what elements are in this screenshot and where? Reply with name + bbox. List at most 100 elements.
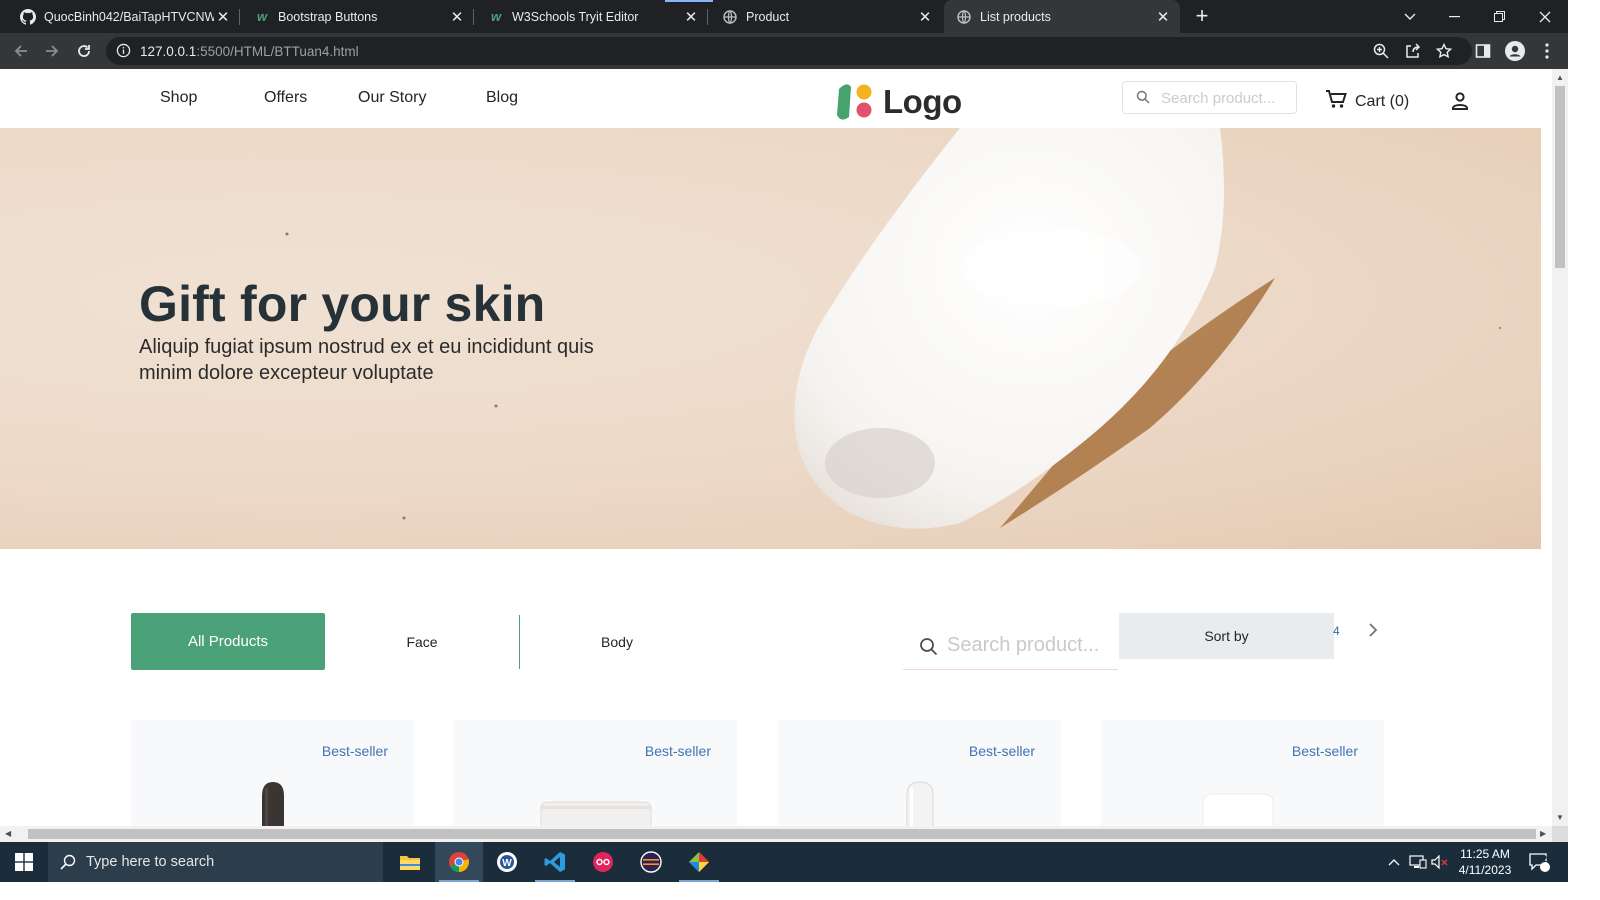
url-host: 127.0.0.1 — [140, 44, 197, 59]
tab-title: List products — [980, 9, 1051, 24]
product-card[interactable]: Best-seller — [454, 720, 737, 826]
tab-title: QuocBinh042/BaiTapHTVCNWeb — [44, 9, 214, 24]
logo-mark-icon — [833, 81, 877, 123]
file-explorer-icon[interactable] — [386, 842, 434, 882]
product-search-input[interactable] — [947, 631, 1115, 659]
w3schools-icon: w — [256, 9, 268, 24]
header-search-input[interactable] — [1161, 88, 1291, 108]
browser-tab-github[interactable]: QuocBinh042/BaiTapHTVCNWeb ✕ — [0, 0, 240, 33]
browser-tab-tryit-editor[interactable]: w W3Schools Tryit Editor ✕ — [468, 0, 708, 33]
taskbar-search-box[interactable]: Type here to search — [48, 842, 384, 882]
globe-icon — [956, 9, 972, 25]
scroll-left-icon[interactable]: ◀ — [5, 829, 11, 838]
browser-tab-product[interactable]: Product ✕ — [702, 0, 942, 33]
volume-muted-icon[interactable] — [1430, 842, 1450, 882]
git-gui-icon[interactable] — [675, 842, 723, 882]
new-tab-button[interactable]: + — [1191, 5, 1213, 28]
nav-offers[interactable]: Offers — [264, 89, 307, 107]
back-arrow-icon[interactable] — [10, 40, 32, 62]
bookmark-star-icon[interactable] — [1433, 40, 1455, 62]
notification-count: 2 — [1542, 854, 1548, 864]
clock-date: 4/11/2023 — [1458, 863, 1512, 877]
close-tab-icon[interactable]: ✕ — [214, 8, 232, 26]
tab-body[interactable]: Body — [520, 613, 714, 670]
browser-menu-icon[interactable] — [1536, 40, 1558, 62]
side-panel-icon[interactable] — [1472, 40, 1494, 62]
share-icon[interactable] — [1402, 40, 1424, 62]
notification-center-icon[interactable]: 2 — [1522, 842, 1556, 882]
taskbar-clock[interactable]: 11:25 AM 4/11/2023 — [1452, 846, 1518, 878]
best-seller-badge: Best-seller — [968, 743, 1035, 759]
tab-face[interactable]: Face — [325, 613, 519, 670]
tab-all-products[interactable]: All Products — [131, 613, 325, 670]
product-search-box[interactable] — [903, 619, 1118, 670]
taskbar-search-placeholder: Type here to search — [86, 854, 215, 870]
hero-subtitle: Aliquip fugiat ipsum nostrud ex et eu in… — [139, 336, 594, 384]
tab-search-chevron-icon[interactable] — [1387, 0, 1432, 33]
clock-time: 11:25 AM — [1460, 847, 1510, 861]
tab-title: W3Schools Tryit Editor — [512, 9, 639, 24]
close-tab-icon[interactable]: ✕ — [448, 8, 466, 26]
scrollbar-corner — [1552, 826, 1568, 842]
header-search-box[interactable] — [1122, 81, 1297, 114]
nav-our-story[interactable]: Our Story — [358, 89, 426, 107]
product-card[interactable]: Best-seller — [778, 720, 1061, 826]
best-seller-badge: Best-seller — [321, 743, 388, 759]
best-seller-badge: Best-seller — [1291, 743, 1358, 759]
profile-avatar-icon[interactable] — [1504, 40, 1526, 62]
sort-by-dropdown[interactable]: Sort by — [1119, 613, 1334, 659]
reload-icon[interactable] — [73, 40, 95, 62]
nav-blog[interactable]: Blog — [486, 89, 518, 107]
site-logo[interactable]: Logo — [833, 81, 962, 123]
windows-start-icon[interactable] — [0, 842, 48, 882]
show-hidden-icons-chevron-icon[interactable] — [1384, 842, 1404, 882]
site-info-icon[interactable] — [116, 43, 131, 63]
eclipse-icon[interactable] — [627, 842, 675, 882]
cart-label: Cart (0) — [1355, 92, 1410, 110]
browser-tab-strip: QuocBinh042/BaiTapHTVCNWeb ✕ w Bootstrap… — [0, 0, 1568, 33]
hero-title: Gift for your skin — [139, 276, 546, 332]
horizontal-scroll-thumb[interactable] — [28, 829, 1536, 839]
svg-text:W: W — [502, 858, 512, 869]
network-icon[interactable] — [1407, 842, 1429, 882]
zoom-icon[interactable] — [1370, 40, 1392, 62]
serum-bottle-image — [906, 781, 934, 826]
pagination-peek[interactable]: 4 — [1333, 624, 1340, 638]
browser-tab-list-products[interactable]: List products ✕ — [944, 0, 1180, 33]
close-tab-icon[interactable]: ✕ — [682, 8, 700, 26]
product-card[interactable]: Best-seller — [1101, 720, 1384, 826]
close-tab-icon[interactable]: ✕ — [1154, 8, 1172, 26]
scroll-up-icon[interactable]: ▲ — [1556, 73, 1564, 82]
lotion-bottle-image — [1202, 793, 1274, 826]
horizontal-scrollbar[interactable]: ◀ ▶ — [0, 826, 1552, 842]
hero-banner: Gift for your skin Aliquip fugiat ipsum … — [0, 128, 1541, 549]
cart-button[interactable]: Cart (0) — [1325, 89, 1409, 114]
cream-jar-image — [540, 801, 652, 826]
search-icon — [919, 637, 938, 661]
scroll-right-icon[interactable]: ▶ — [1540, 829, 1546, 838]
account-user-icon[interactable] — [1450, 91, 1470, 116]
restore-window-button[interactable] — [1477, 0, 1522, 33]
vertical-scroll-thumb[interactable] — [1555, 86, 1565, 268]
globe-icon — [722, 9, 738, 25]
word-app-icon[interactable]: W — [483, 842, 531, 882]
forward-arrow-icon[interactable] — [41, 40, 63, 62]
tab-title: Bootstrap Buttons — [278, 9, 378, 24]
close-tab-icon[interactable]: ✕ — [916, 8, 934, 26]
scroll-down-icon[interactable]: ▼ — [1556, 813, 1564, 822]
browser-tab-bootstrap-buttons[interactable]: w Bootstrap Buttons ✕ — [234, 0, 474, 33]
nav-shop[interactable]: Shop — [160, 89, 197, 107]
close-window-button[interactable] — [1522, 0, 1567, 33]
site-header: Shop Offers Our Story Blog Logo Search p… — [0, 69, 1552, 128]
minimize-window-button[interactable] — [1432, 0, 1477, 33]
chrome-icon[interactable] — [435, 842, 483, 882]
url-text: 127.0.0.1:5500/HTML/BTTuan4.html — [140, 44, 359, 59]
search-icon — [1136, 90, 1150, 109]
vscode-icon[interactable] — [531, 842, 579, 882]
red-app-icon[interactable] — [579, 842, 627, 882]
product-card[interactable]: Best-seller — [131, 720, 414, 826]
chevron-right-icon[interactable] — [1367, 622, 1379, 643]
address-bar[interactable]: 127.0.0.1:5500/HTML/BTTuan4.html — [106, 37, 1472, 65]
vertical-scrollbar[interactable]: ▲ ▼ — [1552, 69, 1568, 826]
browser-toolbar: 127.0.0.1:5500/HTML/BTTuan4.html — [0, 33, 1568, 69]
